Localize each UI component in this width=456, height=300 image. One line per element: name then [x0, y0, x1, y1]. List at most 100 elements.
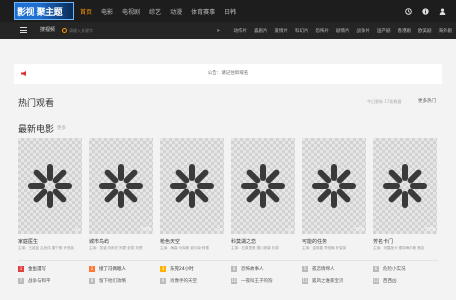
- rank-item[interactable]: 11 狐风之谁家宝贝: [302, 276, 368, 286]
- cat-romance[interactable]: 爱情片: [275, 28, 289, 34]
- cat-hk-series[interactable]: 香港剧: [398, 28, 412, 34]
- rank-item[interactable]: 12 西西凶: [373, 276, 439, 286]
- menu-icon[interactable]: [20, 27, 27, 33]
- movie-card[interactable]: HD 家庭医生 主演：王祖蓝 吕良伟 唐宁雅 许冠英: [18, 138, 82, 251]
- movie-cast: 主演：梅森·马库斯 费尔南·阿德: [160, 246, 209, 250]
- rank-item[interactable]: 5 孤恋情绵人: [302, 264, 368, 274]
- movie-card[interactable]: 已完结 可能的任务 主演：金熙善 李冠翰 朴智英: [302, 138, 366, 251]
- movie-title[interactable]: 芳名卡门: [373, 238, 437, 245]
- user-icon[interactable]: [439, 7, 446, 15]
- info-icon[interactable]: [422, 7, 429, 15]
- logo-text: 影视 聚主题: [17, 8, 63, 18]
- rank-item[interactable]: 8 留下他们攻略: [89, 276, 155, 286]
- main-nav: 首页 电影 电视剧 综艺 动漫 体育赛事 日韩: [80, 0, 245, 22]
- cat-comedy[interactable]: 喜剧片: [254, 28, 268, 34]
- rank-item[interactable]: 1 金鱼漫写: [18, 264, 84, 274]
- search-box[interactable]: [62, 26, 104, 35]
- rank-number: 9: [160, 278, 166, 284]
- rank-title[interactable]: 一夜叫王子的狗: [241, 278, 273, 284]
- rank-title[interactable]: 接丁冯佩眠人: [99, 266, 126, 272]
- nav-jp-kr[interactable]: 日韩: [224, 7, 236, 16]
- history-icon[interactable]: [405, 7, 412, 15]
- movie-title[interactable]: 家庭医生: [18, 238, 82, 245]
- rank-item[interactable]: 4 恐怖故事人: [231, 264, 297, 274]
- rank-item[interactable]: 10 一夜叫王子的狗: [231, 276, 297, 286]
- rank-item[interactable]: 9 肖像手的天空: [160, 276, 226, 286]
- latest-more-link[interactable]: 更多: [57, 125, 66, 131]
- rank-title[interactable]: 孤恋情绵人: [312, 266, 335, 272]
- cat-overseas-series[interactable]: 海外剧: [439, 28, 453, 34]
- nav-movies[interactable]: 电影: [101, 7, 113, 16]
- movie-cast: 主演：石原里美 德川家康 杉原: [231, 246, 279, 250]
- movie-card[interactable]: HD 科莫湖之恋 主演：石原里美 德川家康 杉原: [231, 138, 295, 251]
- movie-poster[interactable]: HD: [18, 138, 82, 234]
- cat-action[interactable]: 动作片: [234, 28, 248, 34]
- loading-spinner-icon: [28, 164, 72, 208]
- loading-spinner-icon: [170, 164, 214, 208]
- movie-grid: HD 家庭医生 主演：王祖蓝 吕良伟 唐宁雅 许冠英 已完结 城市鸟屿 主演：张…: [18, 138, 438, 258]
- rank-item[interactable]: 3 东莞24小时: [160, 264, 226, 274]
- rank-number: 10: [231, 278, 237, 284]
- episode-badge: 已完结: [140, 227, 152, 231]
- rank-number: 5: [302, 266, 308, 272]
- rank-number: 12: [373, 278, 379, 284]
- top-bar: 影视 聚主题 首页 电影 电视剧 综艺 动漫 体育赛事 日韩: [0, 0, 456, 22]
- nav-home[interactable]: 首页: [80, 7, 92, 16]
- rank-number: 6: [373, 266, 379, 272]
- cat-cn-series[interactable]: 国产剧: [377, 28, 391, 34]
- rank-item[interactable]: 7 战争与和平: [18, 276, 84, 286]
- movie-title[interactable]: 可能的任务: [302, 238, 366, 245]
- search-icon[interactable]: [62, 28, 67, 33]
- movie-card[interactable]: 已完结 芳名卡门 主演：玛露施卡·德特梅尔斯 雅克: [373, 138, 437, 251]
- rank-title[interactable]: 金鱼漫写: [28, 266, 46, 272]
- rank-number: 1: [18, 266, 24, 272]
- rank-title[interactable]: 战争与和平: [28, 278, 51, 284]
- rank-title[interactable]: 西西凶: [383, 278, 397, 284]
- loading-spinner-icon: [383, 164, 427, 208]
- movie-poster[interactable]: 已完结: [373, 138, 437, 234]
- nav-anime[interactable]: 动漫: [170, 7, 182, 16]
- nav-sports[interactable]: 体育赛事: [191, 7, 215, 16]
- section-divider: [18, 260, 438, 261]
- rank-number: 3: [160, 266, 166, 272]
- movie-title[interactable]: 城市鸟屿: [89, 238, 153, 245]
- top-icons: [405, 0, 446, 22]
- announcement-text: 公告：请记住新域名: [207, 71, 249, 76]
- cat-horror[interactable]: 恐怖片: [316, 28, 330, 34]
- movie-card[interactable]: 已完结 城市鸟屿 主演：张涵 刘雨芝 阿蒙 彭振 刘楚: [89, 138, 153, 251]
- movie-title[interactable]: 枪色天空: [160, 238, 224, 245]
- hot-update-note: 今日更新 17条数据: [367, 99, 402, 104]
- more-hot-link[interactable]: 更多热门: [418, 98, 436, 104]
- movie-poster[interactable]: 已完结: [302, 138, 366, 234]
- movie-poster[interactable]: HD: [231, 138, 295, 234]
- rank-title[interactable]: 恐怖故事人: [241, 266, 264, 272]
- site-logo[interactable]: 影视 聚主题: [14, 2, 74, 20]
- nav-tv-series[interactable]: 电视剧: [122, 7, 140, 16]
- rank-title[interactable]: 留下他们攻略: [99, 278, 126, 284]
- brand-label: 搜视频: [40, 27, 56, 33]
- cat-war[interactable]: 战争片: [357, 28, 371, 34]
- loading-spinner-icon: [99, 164, 143, 208]
- cat-scifi[interactable]: 科幻片: [295, 28, 309, 34]
- cat-drama[interactable]: 剧情片: [336, 28, 350, 34]
- search-input[interactable]: [69, 28, 103, 33]
- movie-card[interactable]: HD 枪色天空 主演：梅森·马库斯 费尔南·阿德: [160, 138, 224, 251]
- nav-variety[interactable]: 综艺: [149, 7, 161, 16]
- rank-number: 11: [302, 278, 308, 284]
- send-icon: ➤: [216, 27, 221, 34]
- rank-item[interactable]: 6 危险小实况: [373, 264, 439, 274]
- episode-badge: HD: [216, 228, 222, 232]
- episode-badge: HD: [287, 228, 293, 232]
- rank-title[interactable]: 东莞24小时: [170, 266, 194, 272]
- hot-section-title: 热门观看: [18, 99, 55, 109]
- movie-title[interactable]: 科莫湖之恋: [231, 238, 295, 245]
- movie-poster[interactable]: 已完结: [89, 138, 153, 234]
- cat-us-series[interactable]: 欧美剧: [418, 28, 432, 34]
- rank-item[interactable]: 2 接丁冯佩眠人: [89, 264, 155, 274]
- rank-title[interactable]: 肖像手的天空: [170, 278, 197, 284]
- movie-poster[interactable]: HD: [160, 138, 224, 234]
- movie-cast: 主演：张涵 刘雨芝 阿蒙 彭振 刘楚: [89, 246, 143, 250]
- rank-title[interactable]: 危险小实况: [383, 266, 406, 272]
- rank-title[interactable]: 狐风之谁家宝贝: [312, 278, 344, 284]
- movie-cast: 主演：玛露施卡·德特梅尔斯 雅克: [373, 246, 425, 250]
